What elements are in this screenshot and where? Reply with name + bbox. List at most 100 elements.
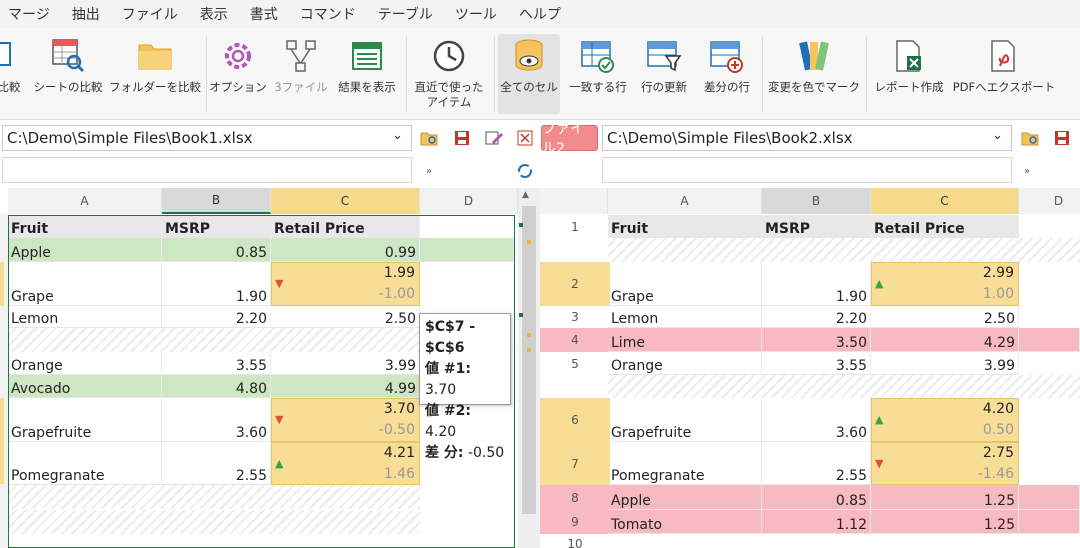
open-folder-icon[interactable]: [1020, 128, 1040, 148]
cell-empty[interactable]: [420, 238, 514, 262]
row-number[interactable]: 1: [540, 214, 610, 264]
cell-retail-price-changed[interactable]: ▼ 1.99 -1.00: [271, 262, 420, 306]
header-retail-price[interactable]: Retail Price: [271, 215, 420, 238]
right-file-path-select[interactable]: C:\Demo\Simple Files\Book2.xlsx ⌄: [602, 125, 1012, 151]
header-msrp[interactable]: MSRP: [162, 215, 271, 238]
left-expand-chevron-icon[interactable]: »: [419, 161, 439, 181]
cell-fruit[interactable]: Lime: [608, 328, 762, 352]
close-icon[interactable]: [515, 128, 535, 148]
chevron-down-icon[interactable]: ⌄: [992, 128, 1003, 143]
cell-msrp[interactable]: 1.90: [762, 262, 871, 306]
column-header-b[interactable]: B: [762, 188, 871, 214]
cell-fruit[interactable]: Orange: [8, 352, 162, 375]
cell-msrp[interactable]: 3.60: [162, 398, 271, 442]
right-filter-input[interactable]: [602, 157, 1012, 183]
matching-rows-button[interactable]: 一致する行: [566, 34, 630, 114]
all-cells-button[interactable]: 全てのセル: [498, 34, 560, 114]
menu-format[interactable]: 書式: [250, 4, 278, 24]
row-update-button[interactable]: 行の更新: [636, 34, 692, 114]
cell-msrp[interactable]: 3.55: [162, 352, 271, 375]
folder-compare-button[interactable]: フォルダーを比較: [109, 34, 201, 114]
cell-msrp[interactable]: 0.85: [762, 485, 871, 510]
cell-retail-price[interactable]: 0.99: [271, 238, 420, 262]
vertical-scrollbar[interactable]: ▲: [518, 188, 540, 548]
cell-retail-price[interactable]: 2.50: [871, 306, 1019, 328]
left-filter-input[interactable]: [2, 157, 412, 183]
cell-retail-price-changed[interactable]: ▲ 4.20 0.50: [871, 398, 1019, 442]
row-number[interactable]: 3: [540, 306, 610, 328]
cell-retail-price-changed[interactable]: ▼ 2.75 -1.46: [871, 442, 1019, 485]
column-header-a[interactable]: A: [8, 188, 162, 214]
edit-icon[interactable]: [484, 128, 504, 148]
cell-retail-price[interactable]: 3.99: [871, 352, 1019, 375]
row-number[interactable]: 9: [540, 510, 610, 534]
row-number[interactable]: 5: [540, 352, 610, 375]
header-msrp[interactable]: MSRP: [762, 215, 871, 238]
row-number[interactable]: 10: [540, 534, 610, 548]
cell-msrp[interactable]: 0.85: [162, 238, 271, 262]
menu-extract[interactable]: 抽出: [72, 4, 100, 24]
menu-view[interactable]: 表示: [200, 4, 228, 24]
save-icon[interactable]: [452, 128, 472, 148]
recent-items-button[interactable]: 直近で使った アイテム: [412, 34, 486, 114]
cell-retail-price[interactable]: 4.99: [271, 375, 420, 398]
cell-empty[interactable]: [1019, 485, 1080, 510]
menu-help[interactable]: ヘルプ: [519, 4, 561, 24]
row-number[interactable]: 7: [540, 442, 610, 485]
header-fruit[interactable]: Fruit: [8, 215, 162, 238]
cell-fruit[interactable]: Pomegranate: [8, 442, 162, 485]
chevron-down-icon[interactable]: ⌄: [392, 128, 403, 143]
compare-button[interactable]: 比較: [0, 34, 26, 114]
cell-retail-price[interactable]: 1.25: [871, 485, 1019, 510]
column-header-d[interactable]: D: [1019, 188, 1080, 214]
save-icon[interactable]: [1052, 128, 1072, 148]
diff-rows-button[interactable]: 差分の行: [698, 34, 756, 114]
color-mark-button[interactable]: 変更を色でマーク: [766, 34, 862, 114]
cell-retail-price-changed[interactable]: ▲ 2.99 1.00: [871, 262, 1019, 306]
cell-fruit[interactable]: Apple: [608, 485, 762, 510]
column-header-c[interactable]: C: [271, 188, 420, 214]
cell-fruit[interactable]: Grape: [608, 262, 762, 306]
column-header-b[interactable]: B: [162, 188, 271, 214]
menu-command[interactable]: コマンド: [300, 4, 356, 24]
cell-fruit[interactable]: Grape: [8, 262, 162, 306]
cell-msrp[interactable]: 1.90: [162, 262, 271, 306]
cell-fruit[interactable]: Lemon: [608, 306, 762, 328]
cell-msrp[interactable]: 2.20: [762, 306, 871, 328]
cell-fruit[interactable]: Lemon: [8, 306, 162, 328]
cell-fruit[interactable]: Pomegranate: [608, 442, 762, 485]
sync-icon[interactable]: [515, 161, 535, 181]
cell-fruit[interactable]: Grapefruite: [608, 398, 762, 442]
cell-msrp[interactable]: 2.20: [162, 306, 271, 328]
right-sheet-grid[interactable]: A B C D 1 2 3 4 5 6 7 8 9 10 Fruit MSRP …: [540, 188, 1080, 548]
pdf-export-button[interactable]: PDFへエクスポート: [952, 34, 1056, 114]
cell-empty[interactable]: [1019, 510, 1080, 534]
scrollbar-thumb[interactable]: [522, 206, 536, 514]
menu-merge[interactable]: マージ: [8, 4, 50, 24]
three-files-button[interactable]: 3ファイル: [274, 34, 328, 114]
cell-retail-price[interactable]: 2.50: [271, 306, 420, 328]
cell-fruit[interactable]: Apple: [8, 238, 162, 262]
show-results-button[interactable]: 結果を表示: [334, 34, 400, 114]
cell-retail-price[interactable]: 1.25: [871, 510, 1019, 534]
row-number[interactable]: 8: [540, 485, 610, 510]
row-number[interactable]: 4: [540, 328, 610, 352]
header-retail-price[interactable]: Retail Price: [871, 215, 1019, 238]
column-header-d[interactable]: D: [420, 188, 518, 214]
create-report-button[interactable]: レポート作成: [870, 34, 948, 114]
cell-retail-price-changed[interactable]: ▼ 3.70 -0.50: [271, 398, 420, 442]
cell-msrp[interactable]: 2.55: [162, 442, 271, 485]
cell-msrp[interactable]: 1.12: [762, 510, 871, 534]
open-folder-icon[interactable]: [419, 128, 439, 148]
right-expand-chevron-icon[interactable]: »: [1017, 161, 1037, 181]
cell-msrp[interactable]: 2.55: [762, 442, 871, 485]
cell-fruit[interactable]: Orange: [608, 352, 762, 375]
cell-fruit[interactable]: Grapefruite: [8, 398, 162, 442]
options-button[interactable]: オプション: [209, 34, 267, 114]
header-fruit[interactable]: Fruit: [608, 215, 762, 238]
menu-table[interactable]: テーブル: [378, 4, 433, 24]
cell-retail-price[interactable]: 4.29: [871, 328, 1019, 352]
cell-msrp[interactable]: 4.80: [162, 375, 271, 398]
cell-msrp[interactable]: 3.55: [762, 352, 871, 375]
cell-retail-price[interactable]: 3.99: [271, 352, 420, 375]
